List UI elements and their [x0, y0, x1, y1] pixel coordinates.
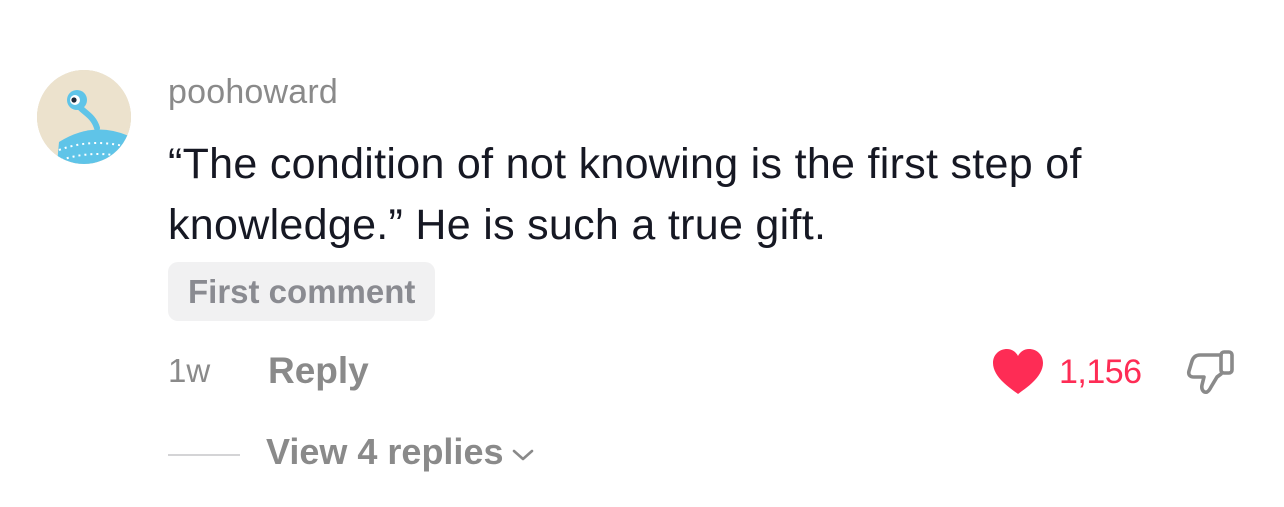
comment-text: “The condition of not knowing is the fir… — [168, 140, 1082, 249]
view-replies-button[interactable]: View 4 replies — [266, 431, 535, 473]
view-replies-label: View 4 replies — [266, 431, 504, 472]
heart-icon — [991, 348, 1045, 396]
avatar[interactable] — [37, 70, 131, 164]
like-count: 1,156 — [1059, 352, 1142, 391]
first-comment-badge: First comment — [168, 262, 436, 321]
like-button[interactable]: 1,156 — [991, 346, 1142, 398]
alien-creature-avatar-icon — [37, 70, 131, 164]
reply-button[interactable]: Reply — [268, 350, 369, 392]
replies-divider — [168, 454, 240, 456]
thumbs-down-icon[interactable] — [1184, 344, 1238, 398]
chevron-down-icon — [511, 447, 535, 463]
comment-timestamp: 1w — [168, 352, 211, 389]
comment-username[interactable]: poohoward — [168, 73, 338, 112]
